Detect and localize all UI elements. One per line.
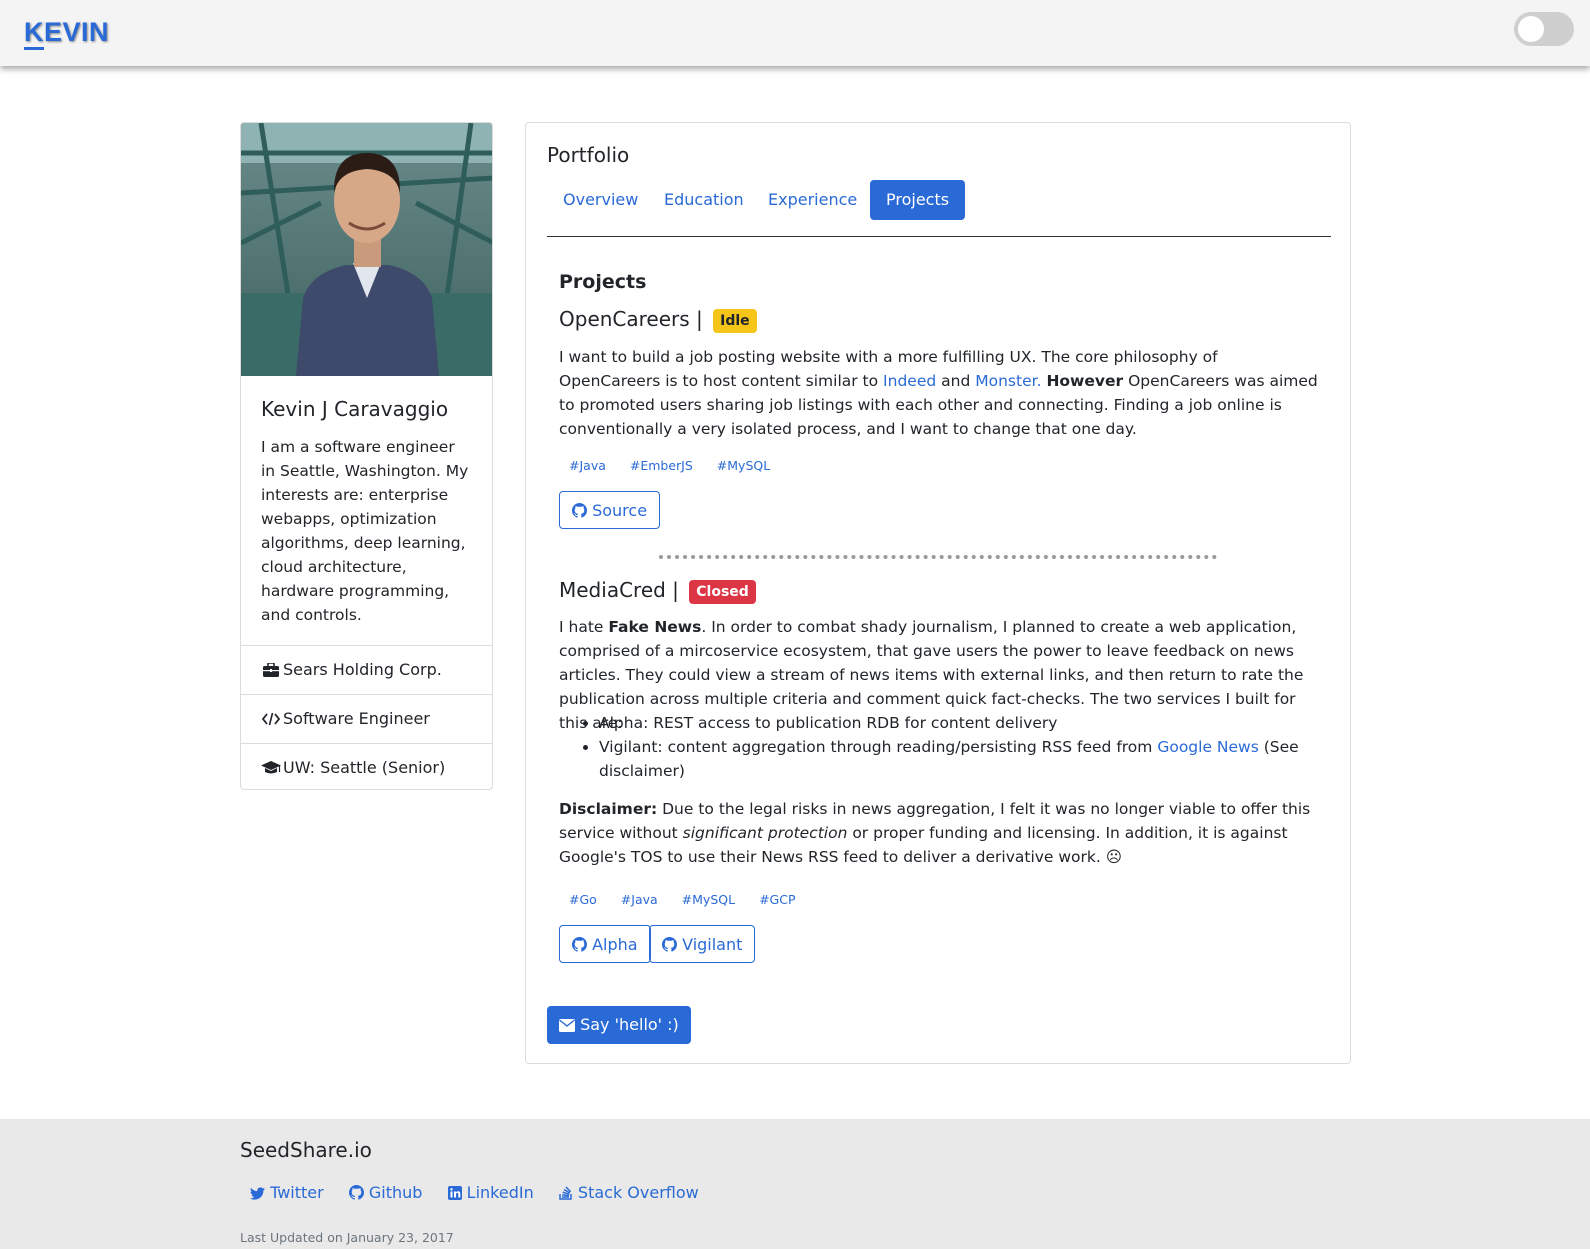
button-label: Say 'hello' :) [580,1015,679,1034]
github-link[interactable]: Github [348,1183,428,1202]
tag-link[interactable]: #GCP [759,892,795,907]
link-label: LinkedIn [466,1183,534,1202]
project-title-mediacred: MediaCred | Closed [559,578,756,604]
envelope-icon [559,1019,575,1032]
list-item-text: Vigilant: content aggregation through re… [599,738,1153,756]
indeed-link[interactable]: Indeed [883,372,936,390]
desc-bold: Fake News [608,618,702,636]
profile-item-role: Software Engineer [241,694,492,742]
code-icon [261,712,281,726]
status-badge: Idle [713,308,757,333]
toggle-knob [1518,16,1544,42]
project-name: OpenCareers | [559,307,703,331]
services-list: Alpha: REST access to publication RDB fo… [559,711,1319,783]
last-updated: Last Updated on January 23, 2017 [240,1230,454,1245]
profile-item-label: Software Engineer [283,709,430,728]
google-news-link[interactable]: Google News [1157,738,1258,756]
projects-heading: Projects [559,271,647,293]
project-title-opencareers: OpenCareers | Idle [559,307,757,333]
twitter-link[interactable]: Twitter [250,1183,329,1202]
stack-overflow-icon [559,1186,572,1200]
list-item: Vigilant: content aggregation through re… [599,735,1319,783]
alpha-button[interactable]: Alpha [559,925,651,963]
github-icon [662,937,677,952]
profile-item-education: UW: Seattle (Senior) [241,743,492,789]
status-badge: Closed [689,579,756,604]
monster-link[interactable]: Monster. [975,372,1041,390]
vigilant-button[interactable]: Vigilant [649,925,756,963]
brand-logo[interactable]: KEVIN [24,17,110,50]
link-label: Stack Overflow [577,1183,699,1202]
stack-overflow-link[interactable]: Stack Overflow [559,1183,699,1202]
linkedin-link[interactable]: LinkedIn [447,1183,539,1202]
footer-links: Twitter Github LinkedIn Stack Overflow [250,1183,719,1202]
profile-photo [241,123,492,376]
profile-card: Kevin J Caravaggio I am a software engin… [240,122,493,790]
link-label: Github [368,1183,423,1202]
desc-text: I hate [559,618,604,636]
briefcase-icon [263,663,279,677]
project-tags: #Go #Java #MySQL #GCP [569,892,816,907]
tab-education[interactable]: Education [648,180,760,220]
tag-link[interactable]: #EmberJS [630,458,693,473]
disclaimer-emphasis: significant protection [682,824,848,842]
tag-link[interactable]: #Java [569,458,606,473]
brand-rest: EVIN [44,17,110,47]
profile-bio: I am a software engineer in Seattle, Was… [261,438,469,624]
project-name: MediaCred | [559,578,679,602]
say-hello-button[interactable]: Say 'hello' :) [547,1006,691,1044]
tag-link[interactable]: #Java [621,892,658,907]
brand-first-letter: K [24,17,44,50]
source-button[interactable]: Source [559,491,661,529]
footer-title: SeedShare.io [240,1138,372,1162]
footer: SeedShare.io Twitter Github LinkedIn Sta… [0,1119,1590,1249]
github-icon [572,937,587,952]
theme-toggle[interactable] [1514,12,1574,46]
tag-link[interactable]: #Go [569,892,597,907]
profile-item-label: UW: Seattle (Senior) [283,758,446,777]
graduation-cap-icon [261,761,281,774]
desc-bold: However [1046,372,1124,390]
portfolio-tabs: Overview Education Experience Projects [547,180,1331,237]
list-item: Alpha: REST access to publication RDB fo… [599,711,1319,735]
disclaimer-label: Disclaimer: [559,800,658,818]
portfolio-card: Portfolio Overview Education Experience … [525,122,1351,1064]
project-divider [659,555,1217,559]
tag-link[interactable]: #MySQL [717,458,770,473]
tab-experience[interactable]: Experience [752,180,873,220]
link-label: Twitter [270,1183,324,1202]
tag-link[interactable]: #MySQL [682,892,735,907]
desc-text: and [941,372,971,390]
tab-projects[interactable]: Projects [870,180,966,220]
profile-item-label: Sears Holding Corp. [283,660,442,679]
button-label: Source [592,501,648,520]
github-icon [572,503,587,518]
tab-overview[interactable]: Overview [547,180,654,220]
linkedin-icon [447,1186,462,1200]
project-tags: #Java #EmberJS #MySQL [569,458,790,473]
profile-item-employer: Sears Holding Corp. [241,645,492,693]
github-icon [348,1185,364,1200]
button-label: Alpha [592,935,638,954]
disclaimer: Disclaimer: Due to the legal risks in ne… [559,797,1319,869]
profile-name: Kevin J Caravaggio [261,397,449,421]
navbar: KEVIN [0,0,1590,66]
project-description: I want to build a job posting website wi… [559,345,1319,441]
twitter-icon [250,1187,265,1200]
portfolio-title: Portfolio [547,143,630,167]
button-label: Vigilant [682,935,743,954]
